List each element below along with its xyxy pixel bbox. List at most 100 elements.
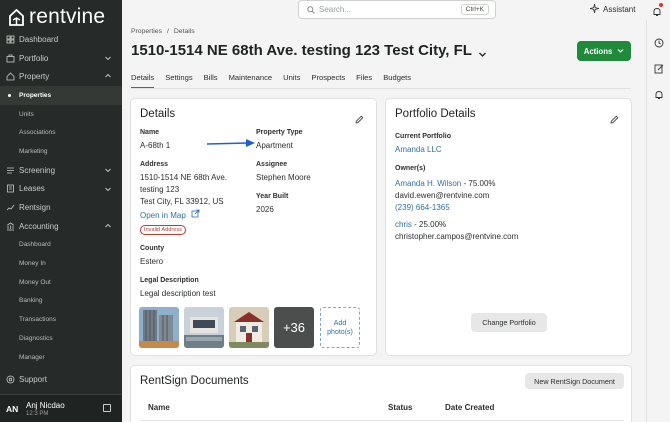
open-in-map-text: Open in Map: [140, 210, 186, 220]
history-clock-icon[interactable]: [654, 35, 664, 48]
tab-settings[interactable]: Settings: [165, 70, 192, 89]
owner-2-name-link[interactable]: chris: [395, 220, 412, 229]
tab-bills[interactable]: Bills: [204, 70, 218, 89]
new-rentsign-document-button[interactable]: New RentSign Document: [525, 373, 624, 389]
sidebar-item-associations[interactable]: Associations: [0, 123, 122, 142]
top-bar: Search... Ctrl+K Assistant: [122, 0, 670, 20]
sidebar-item-units[interactable]: Units: [0, 105, 122, 124]
owner-1-percent: - 75.00%: [463, 179, 496, 188]
sidebar-item-leases[interactable]: Leases: [0, 180, 122, 199]
tab-budgets[interactable]: Budgets: [383, 70, 411, 89]
edit-portfolio-pencil-icon[interactable]: [610, 111, 619, 124]
sidebar-item-transactions[interactable]: Transactions: [0, 310, 122, 329]
owner-1-email: david.ewen@rentvine.com: [395, 191, 490, 200]
page-title[interactable]: 1510-1514 NE 68th Ave. testing 123 Test …: [131, 42, 487, 59]
assistant-button[interactable]: Assistant: [589, 3, 636, 15]
dashboard-icon: [6, 35, 15, 44]
owner-1-row: Amanda H. Wilson - 75.00%: [395, 178, 496, 190]
edit-details-pencil-icon[interactable]: [355, 111, 364, 124]
breadcrumb-properties[interactable]: Properties: [131, 28, 162, 35]
tab-units[interactable]: Units: [283, 70, 300, 89]
property-photo-3[interactable]: [229, 307, 269, 348]
screening-icon: [6, 166, 15, 175]
actions-button[interactable]: Actions: [577, 41, 631, 61]
add-photo-line-1: Add: [333, 319, 347, 327]
sidebar-item-banking[interactable]: Banking: [0, 292, 122, 311]
sidebar-item-screening[interactable]: Screening: [0, 161, 122, 180]
owner-1-name-link[interactable]: Amanda H. Wilson: [395, 179, 461, 188]
tab-details[interactable]: Details: [131, 70, 155, 89]
sidebar-item-money-out[interactable]: Money Out: [0, 273, 122, 292]
portfolio-heading: Portfolio Details: [395, 108, 476, 120]
page-title-text: 1510-1514 NE 68th Ave. testing 123 Test …: [131, 42, 472, 59]
more-photos-tile[interactable]: +36: [274, 307, 314, 348]
rentsign-icon: [6, 203, 15, 212]
chevron-down-icon: [104, 185, 112, 193]
name-label: Name: [140, 129, 160, 136]
sidebar-item-money-in[interactable]: Money In: [0, 254, 122, 273]
owner-2-percent: - 25.00%: [414, 220, 447, 229]
sidebar-item-label: Units: [19, 110, 34, 118]
sidebar-item-accounting[interactable]: Accounting: [0, 217, 122, 236]
tab-maintenance[interactable]: Maintenance: [229, 70, 272, 89]
search-icon: [307, 1, 315, 19]
property-photo-2[interactable]: [184, 307, 224, 348]
sidebar-item-rentsign[interactable]: Rentsign: [0, 198, 122, 217]
sidebar-item-label: Screening: [19, 165, 56, 175]
tab-files[interactable]: Files: [356, 70, 372, 89]
brand-name: rentvine: [29, 5, 106, 28]
right-rail: [646, 20, 670, 422]
add-photo-button[interactable]: Add photo(s): [320, 307, 360, 348]
sidebar-item-label: Property: [19, 72, 50, 82]
rentvine-logo-icon: [8, 8, 25, 26]
rentsign-heading: RentSign Documents: [140, 375, 249, 387]
sidebar-item-label: Leases: [19, 184, 45, 194]
address-label: Address: [140, 161, 169, 168]
current-portfolio-link[interactable]: Amanda LLC: [395, 144, 442, 156]
main-content: Properties / Details 1510-1514 NE 68th A…: [122, 20, 646, 422]
more-photos-count: +36: [282, 320, 306, 335]
notifications-bell-icon[interactable]: [652, 3, 663, 16]
tab-prospects[interactable]: Prospects: [311, 70, 345, 89]
sidebar-item-support[interactable]: Support: [0, 370, 122, 389]
open-in-map-link[interactable]: Open in Map: [140, 209, 200, 222]
change-portfolio-button[interactable]: Change Portfolio: [471, 313, 547, 332]
notes-icon[interactable]: [654, 61, 664, 74]
chevron-up-icon: [104, 222, 112, 230]
name-value: A-68th 1: [140, 141, 171, 150]
leases-icon: [6, 184, 15, 193]
column-header-name[interactable]: Name: [148, 402, 170, 414]
tab-divider: [131, 88, 631, 89]
sidebar-item-marketing[interactable]: Marketing: [0, 142, 122, 161]
owner-2-row: chris - 25.00%: [395, 219, 446, 231]
address-line-2: testing 123: [140, 185, 180, 194]
sidebar-item-properties[interactable]: Properties: [0, 86, 122, 105]
sidebar-item-portfolio[interactable]: Portfolio: [0, 49, 122, 68]
brand-logo[interactable]: rentvine: [8, 5, 105, 29]
sidebar-item-diagnostics[interactable]: Diagnostics: [0, 329, 122, 348]
assistant-label: Assistant: [603, 5, 636, 14]
sidebar-item-label: Rentsign: [19, 203, 51, 213]
alerts-bell-icon[interactable]: [654, 87, 664, 99]
county-value: Estero: [140, 257, 164, 266]
sidebar-item-label: Associations: [19, 129, 56, 137]
column-header-date-created[interactable]: Date Created: [445, 402, 494, 414]
chevron-up-icon: [104, 72, 112, 80]
property-photo-1[interactable]: [139, 307, 179, 348]
sidebar-item-label: Manager: [19, 353, 45, 361]
column-header-status[interactable]: Status: [388, 402, 412, 414]
owner-1-phone-link[interactable]: (239) 664-1365: [395, 202, 450, 214]
sidebar-item-dashboard[interactable]: Dashboard: [0, 236, 122, 255]
current-portfolio-label: Current Portfolio: [395, 133, 451, 140]
user-profile[interactable]: AN Anj Nicdao 12:3 PM: [0, 394, 122, 422]
collapse-sidebar-icon[interactable]: [103, 404, 111, 412]
sidebar-item-dashboard[interactable]: Dashboard: [0, 30, 122, 49]
sidebar-item-label: Money In: [19, 260, 46, 268]
search-input[interactable]: Search... Ctrl+K: [298, 0, 496, 19]
invalid-address-badge: Invalid Address: [140, 225, 186, 235]
sidebar-item-property[interactable]: Property: [0, 67, 122, 86]
user-time: 12:3 PM: [26, 410, 49, 417]
sidebar-item-label: Support: [19, 375, 48, 385]
sidebar-item-manager[interactable]: Manager: [0, 348, 122, 367]
sidebar-item-label: Dashboard: [19, 241, 51, 249]
